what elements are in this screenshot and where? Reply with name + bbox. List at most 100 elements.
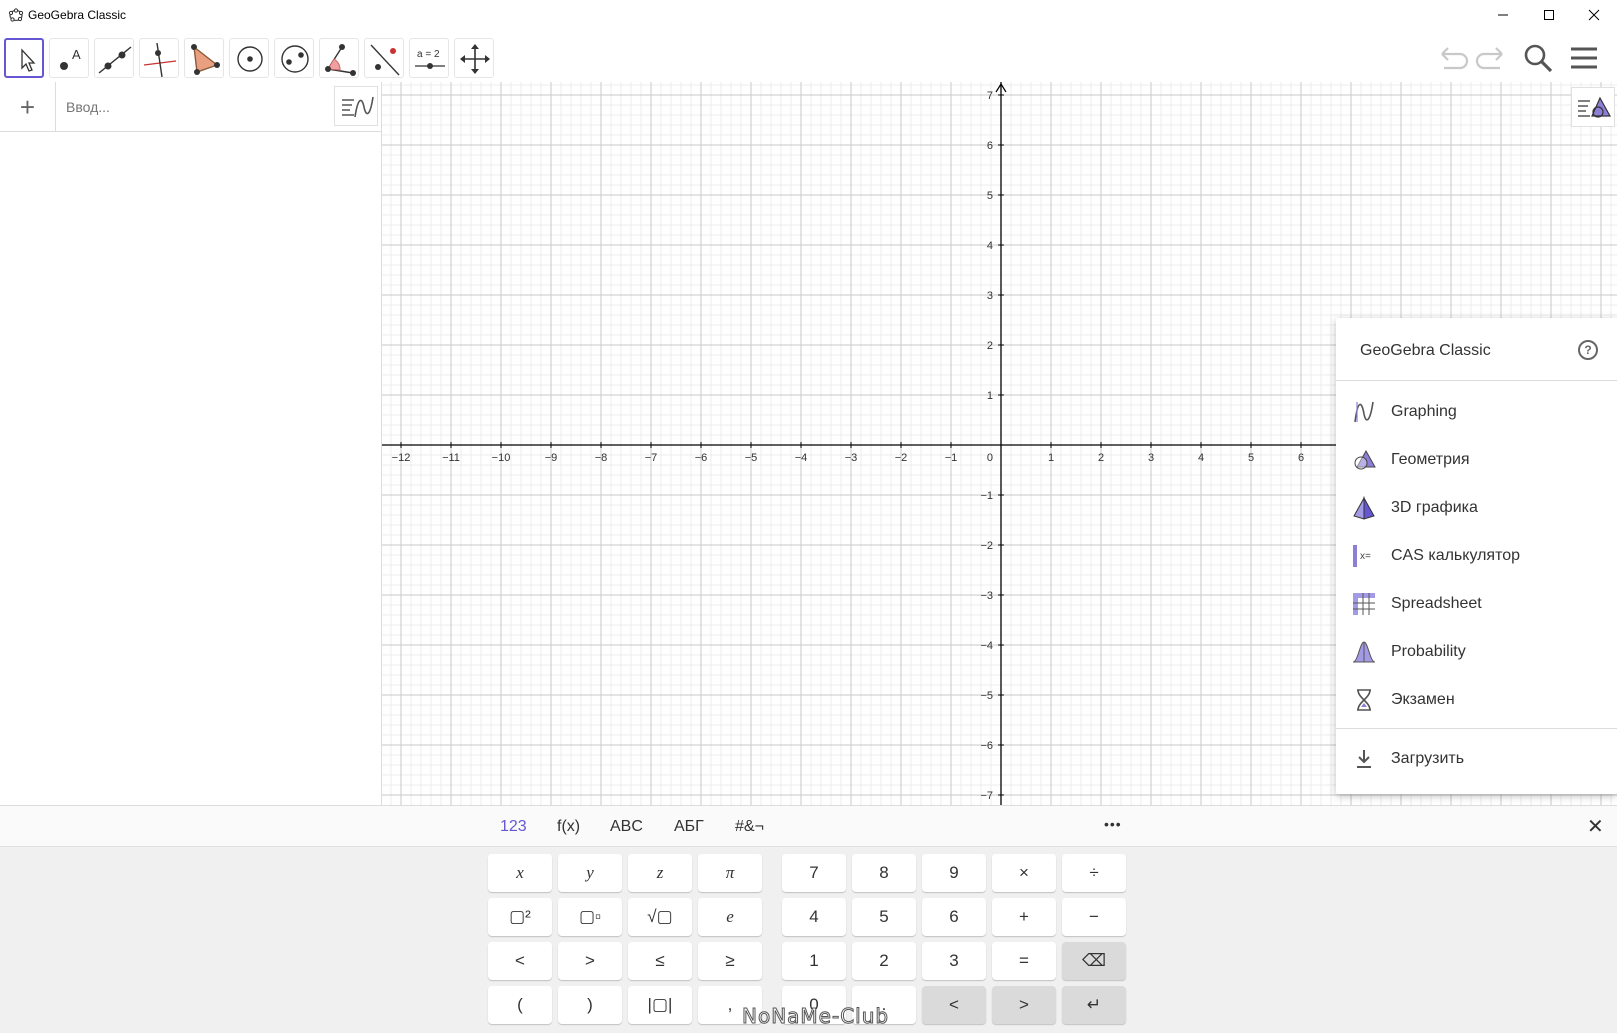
svg-text:a = 2: a = 2 (417, 49, 440, 60)
graphics-style-icon (1578, 96, 1612, 118)
download-label: Загрузить (1391, 750, 1465, 767)
key-3-1[interactable]: ) (558, 986, 622, 1024)
close-icon (1588, 9, 1600, 21)
app-3d-graphics[interactable]: 3D графика (1336, 484, 1617, 532)
maximize-button[interactable] (1526, 0, 1572, 30)
key-1-0[interactable]: ▢² (488, 898, 552, 936)
y-tick-label: 1 (987, 390, 993, 402)
key-num-3-2[interactable]: < (922, 986, 986, 1024)
watermark-text: NoNaMe-Club (741, 1004, 890, 1029)
move-view-icon (460, 44, 490, 74)
key-1-2[interactable]: √▢ (628, 898, 692, 936)
key-num-1-2[interactable]: 6 (922, 898, 986, 936)
key-3-2[interactable]: |▢| (628, 986, 692, 1024)
key-num-1-1[interactable]: 5 (852, 898, 916, 936)
algebra-input[interactable] (66, 94, 316, 120)
y-tick-label: 2 (987, 340, 993, 352)
x-tick-label: −2 (895, 452, 908, 464)
origin-label: 0 (987, 452, 993, 464)
cas-icon: x= (1353, 545, 1371, 567)
circle-tool[interactable] (229, 38, 269, 78)
tab-greek[interactable]: АБГ (674, 818, 704, 836)
line-tool[interactable] (94, 38, 134, 78)
undo-button[interactable] (1432, 38, 1472, 78)
tab-fx[interactable]: f(x) (557, 818, 580, 836)
graphing-icon (1354, 401, 1374, 423)
app-exam[interactable]: Экзамен (1336, 676, 1617, 724)
toolbar: A a = 2 (0, 30, 1617, 82)
key-2-2[interactable]: ≤ (628, 942, 692, 980)
download-item[interactable]: Загрузить (1336, 735, 1617, 783)
redo-icon (1475, 47, 1503, 70)
y-tick-label: 6 (987, 140, 993, 152)
key-num-0-1[interactable]: 8 (852, 854, 916, 892)
search-icon (1524, 44, 1553, 73)
key-0-3[interactable]: π (698, 854, 762, 892)
key-num-1-4[interactable]: − (1062, 898, 1126, 936)
key-num-1-3[interactable]: + (992, 898, 1056, 936)
app-cas[interactable]: x= CAS калькулятор (1336, 532, 1617, 580)
tab-123[interactable]: 123 (500, 818, 527, 836)
key-3-0[interactable]: ( (488, 986, 552, 1024)
key-2-1[interactable]: > (558, 942, 622, 980)
tab-symbols[interactable]: #&¬ (735, 818, 764, 836)
algebra-style-button[interactable] (334, 86, 378, 126)
app-graphing[interactable]: Graphing (1336, 388, 1617, 436)
key-num-2-3[interactable]: = (992, 942, 1056, 980)
window-title: GeoGebra Classic (28, 8, 127, 22)
app-probability[interactable]: Probability (1336, 628, 1617, 676)
key-num-3-3[interactable]: > (992, 986, 1056, 1024)
key-2-3[interactable]: ≥ (698, 942, 762, 980)
minimize-button[interactable] (1480, 0, 1526, 30)
help-icon[interactable]: ? (1578, 340, 1598, 360)
perpendicular-tool[interactable] (139, 38, 179, 78)
x-tick-label: 3 (1148, 452, 1154, 464)
app-switcher-popup: GeoGebra Classic ? Graphing Геометрия 3D… (1336, 318, 1617, 794)
y-tick-label: −6 (980, 740, 993, 752)
move-tool[interactable] (4, 38, 44, 78)
key-num-0-3[interactable]: × (992, 854, 1056, 892)
x-tick-label: −6 (695, 452, 708, 464)
slider-icon: a = 2 (415, 49, 445, 69)
key-num-2-4[interactable]: ⌫ (1062, 942, 1126, 980)
key-num-0-4[interactable]: ÷ (1062, 854, 1126, 892)
key-0-0[interactable]: x (488, 854, 552, 892)
tab-abc[interactable]: ABC (610, 818, 643, 836)
key-0-1[interactable]: y (558, 854, 622, 892)
key-num-0-0[interactable]: 7 (782, 854, 846, 892)
ellipse-tool[interactable] (274, 38, 314, 78)
close-window-button[interactable] (1571, 0, 1617, 30)
minimize-icon (1498, 14, 1508, 16)
more-options-button[interactable]: ••• (1104, 816, 1122, 832)
key-2-0[interactable]: < (488, 942, 552, 980)
key-num-2-0[interactable]: 1 (782, 942, 846, 980)
slider-tool[interactable]: a = 2 (409, 38, 449, 78)
key-1-1[interactable]: ▢▫ (558, 898, 622, 936)
angle-tool[interactable] (319, 38, 359, 78)
app-label: Probability (1391, 643, 1466, 660)
main-menu-button[interactable] (1564, 38, 1604, 78)
key-0-2[interactable]: z (628, 854, 692, 892)
search-button[interactable] (1518, 38, 1558, 78)
move-view-tool[interactable] (454, 38, 494, 78)
x-tick-label: −12 (392, 452, 411, 464)
add-item-button[interactable]: + (0, 82, 56, 132)
app-geometry[interactable]: Геометрия (1336, 436, 1617, 484)
app-label: Экзамен (1391, 691, 1455, 708)
point-tool[interactable]: A (49, 38, 89, 78)
close-keyboard-button[interactable]: ✕ (1587, 814, 1604, 839)
key-num-2-2[interactable]: 3 (922, 942, 986, 980)
key-num-1-0[interactable]: 4 (782, 898, 846, 936)
algebra-style-icon (342, 96, 374, 118)
polygon-tool[interactable] (184, 38, 224, 78)
algebra-input-row: + (0, 82, 381, 132)
ellipse-icon (281, 45, 309, 73)
key-num-2-1[interactable]: 2 (852, 942, 916, 980)
redo-button[interactable] (1472, 38, 1512, 78)
app-spreadsheet[interactable]: Spreadsheet (1336, 580, 1617, 628)
reflect-tool[interactable] (364, 38, 404, 78)
key-1-3[interactable]: e (698, 898, 762, 936)
key-num-3-4[interactable]: ↵ (1062, 986, 1126, 1024)
graphics-style-button[interactable] (1571, 87, 1615, 127)
key-num-0-2[interactable]: 9 (922, 854, 986, 892)
